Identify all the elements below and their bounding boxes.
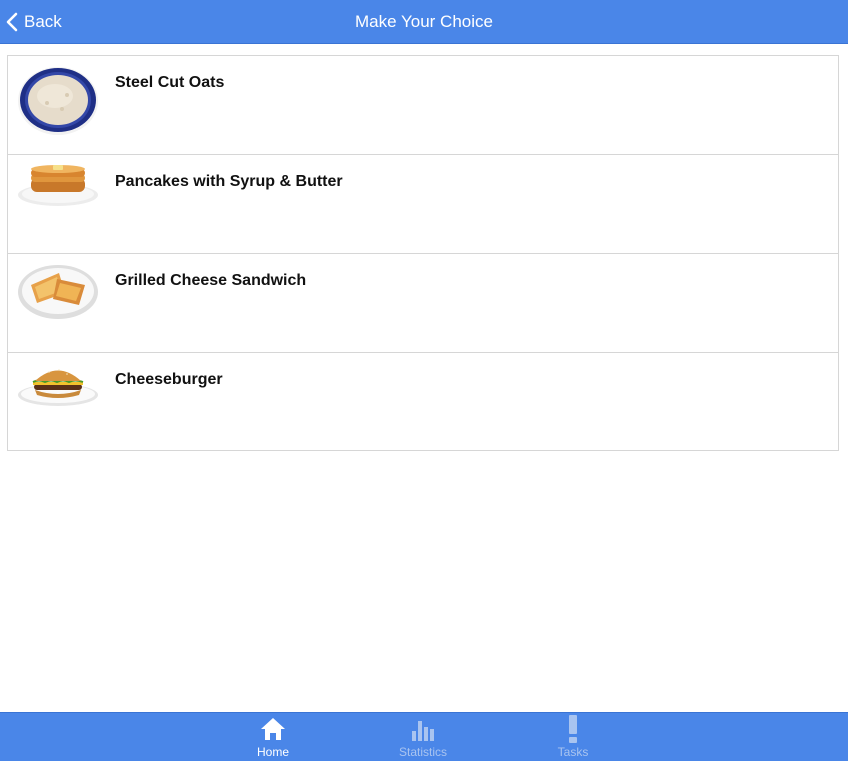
list-item[interactable]: Steel Cut Oats xyxy=(8,56,838,155)
list-item[interactable]: Grilled Cheese Sandwich xyxy=(8,254,838,353)
tab-label: Tasks xyxy=(557,745,589,759)
oatmeal-bowl-image xyxy=(18,67,98,135)
list-item[interactable]: Cheeseburger xyxy=(8,353,838,450)
exclamation-icon xyxy=(569,715,577,743)
home-icon xyxy=(261,718,285,740)
chevron-left-icon xyxy=(6,12,18,32)
page-title: Make Your Choice xyxy=(355,12,493,31)
item-label: Grilled Cheese Sandwich xyxy=(115,272,307,289)
tab-home[interactable]: Home xyxy=(223,713,323,762)
tab-label: Statistics xyxy=(398,745,447,759)
item-label: Pancakes with Syrup & Butter xyxy=(115,173,343,190)
choice-list: Steel Cut Oats Pancakes with Syrup & But… xyxy=(7,55,839,451)
back-label: Back xyxy=(24,12,62,31)
tab-bar: Home Statistics Tasks xyxy=(0,712,848,761)
tab-statistics[interactable]: Statistics xyxy=(373,713,473,762)
item-label: Steel Cut Oats xyxy=(115,74,225,91)
back-button[interactable]: Back xyxy=(6,0,62,44)
grilled-cheese-plate-image xyxy=(18,265,98,319)
navigation-bar: Back Make Your Choice xyxy=(0,0,848,44)
tab-label: Home xyxy=(256,745,289,759)
tab-tasks[interactable]: Tasks xyxy=(523,713,623,762)
list-item[interactable]: Pancakes with Syrup & Butter xyxy=(8,155,838,254)
bar-chart-icon xyxy=(412,721,434,741)
pancakes-plate-image xyxy=(18,165,98,206)
item-label: Cheeseburger xyxy=(115,371,223,388)
cheeseburger-plate-image xyxy=(18,369,98,406)
